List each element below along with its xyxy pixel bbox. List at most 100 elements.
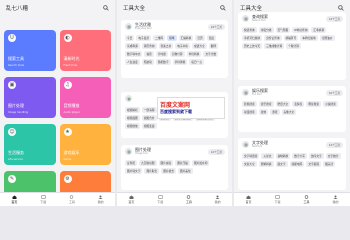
tool-tag[interactable]: 汇率换算 bbox=[311, 27, 327, 33]
nav-item[interactable]: 我的 bbox=[332, 195, 339, 204]
tool-tag[interactable]: 视频变速 bbox=[141, 123, 157, 129]
tool-tag[interactable]: 随机数字 bbox=[155, 59, 171, 65]
tool-tag[interactable]: 倒序文字 bbox=[309, 153, 324, 159]
tool-tag[interactable]: 简繁转换 bbox=[258, 161, 274, 167]
search-icon[interactable] bbox=[102, 5, 109, 12]
tool-tag[interactable]: 图片格式 bbox=[161, 168, 176, 174]
tool-tag[interactable]: 进制转换 bbox=[275, 153, 291, 159]
tool-tag[interactable]: 今日 bbox=[125, 35, 135, 41]
tool-tag[interactable]: 明星搜索 bbox=[306, 101, 322, 107]
tool-tag[interactable]: 电子发票 bbox=[136, 35, 152, 41]
tool-tag[interactable]: 音乐搜索 bbox=[258, 101, 274, 107]
tool-tag[interactable]: 证件照 bbox=[125, 160, 138, 166]
nav-item[interactable]: 首页 bbox=[128, 195, 134, 204]
tool-tag[interactable]: 单位转换 bbox=[186, 51, 202, 57]
tool-tag[interactable]: 视频合并 bbox=[141, 115, 157, 121]
tool-tag[interactable]: 邮编区号 bbox=[283, 35, 299, 41]
search-icon[interactable] bbox=[337, 5, 344, 12]
nav-item[interactable]: 工具 bbox=[69, 195, 75, 204]
download-icon bbox=[157, 195, 163, 199]
tool-tag[interactable]: 电子木鱼 bbox=[175, 43, 190, 49]
tool-tag[interactable]: 图片转文字 bbox=[125, 168, 143, 174]
tool-tag[interactable]: 图片加水印 bbox=[192, 160, 210, 166]
tool-tag[interactable]: 壁纸大全 bbox=[275, 101, 291, 107]
tool-tag[interactable]: 动漫搜索 bbox=[242, 109, 257, 115]
tool-tag[interactable]: 小说搜索 bbox=[323, 101, 338, 107]
tool-tag[interactable]: 翻译 bbox=[208, 43, 219, 49]
tool-tag[interactable]: 人生进度 bbox=[125, 59, 140, 65]
tool-tag[interactable]: 汇编转换 bbox=[178, 35, 194, 41]
section-icon bbox=[242, 15, 249, 22]
nav-item[interactable]: 下载 bbox=[40, 195, 46, 204]
tool-tag[interactable]: 二维码 bbox=[153, 35, 166, 41]
category-card[interactable]: ☺ 生活服务 Life service bbox=[4, 124, 56, 165]
tool-tag[interactable]: 藏头诗 bbox=[323, 161, 336, 167]
tool-tag[interactable]: 成语大全 bbox=[192, 43, 207, 49]
search-icon[interactable] bbox=[219, 5, 226, 12]
tool-tag[interactable]: 计时器 bbox=[155, 51, 168, 57]
tool-tag[interactable]: 温度 bbox=[206, 35, 217, 41]
tool-tag[interactable]: 文字统计 bbox=[325, 153, 341, 159]
tool-tag[interactable]: 每日一言 bbox=[189, 59, 205, 65]
tool-tag[interactable]: 天气预报 bbox=[275, 27, 291, 33]
category-card[interactable]: ♫ 音频播放 Audio player bbox=[59, 77, 111, 118]
nav-item[interactable]: 工具 bbox=[303, 195, 310, 204]
nav-item[interactable]: 工具 bbox=[186, 195, 192, 204]
tool-tag[interactable]: 视频倒放 bbox=[125, 123, 140, 129]
tool-count-badge: 10个工具 bbox=[325, 90, 343, 96]
tool-tag[interactable]: 车牌归属地 bbox=[300, 35, 318, 41]
tool-tag[interactable]: 数字大写 bbox=[292, 153, 307, 159]
tool-tag[interactable]: 音效 bbox=[258, 109, 269, 115]
tool-tag[interactable]: 数字转中文 bbox=[125, 51, 143, 57]
tool-tag[interactable]: 表情包 bbox=[292, 101, 305, 107]
tool-tag[interactable]: 游戏 bbox=[270, 109, 280, 115]
tool-tag[interactable]: 文字计数 bbox=[203, 51, 219, 57]
tool-tag[interactable]: 三维成像计算 bbox=[264, 43, 285, 49]
tool-tag[interactable]: 视频截图 bbox=[125, 115, 140, 121]
tool-tag[interactable]: 图片美化 bbox=[177, 168, 193, 174]
tool-tag[interactable]: 随笔 bbox=[167, 35, 177, 41]
nav-item[interactable]: 下载 bbox=[157, 195, 163, 204]
tool-tag[interactable]: 历史上的今天 bbox=[242, 43, 263, 49]
ad-banner[interactable]: 百度文案网 百度搜索到就下载 bbox=[157, 97, 225, 119]
tool-tag[interactable]: 火星文 bbox=[261, 153, 274, 159]
tool-tag[interactable]: 抽签 bbox=[144, 51, 154, 57]
tool-tag[interactable]: 文字转语音 bbox=[242, 153, 260, 159]
nav-item[interactable]: 首页 bbox=[245, 195, 252, 204]
tool-tag[interactable]: 亲戚称谓 bbox=[125, 43, 140, 49]
category-card[interactable]: ▣ 图片处理 Image handling bbox=[4, 77, 56, 118]
nav-item[interactable]: 我的 bbox=[215, 195, 221, 204]
tool-tag[interactable]: 黄历查询 bbox=[141, 43, 157, 49]
tool-tag[interactable]: 垃圾分类 bbox=[258, 27, 274, 33]
category-card[interactable]: U 搜索工具 Search tools bbox=[4, 30, 56, 71]
tool-tag[interactable]: 快递查询 bbox=[242, 27, 257, 33]
tool-tag[interactable]: 图片拼接 bbox=[158, 160, 174, 166]
nav-item[interactable]: 我的 bbox=[98, 195, 104, 204]
tool-tag[interactable]: 影视搜索 bbox=[242, 101, 257, 107]
tool-tag[interactable]: 毛玻璃 bbox=[141, 59, 154, 65]
tool-tag[interactable]: 颜文字 bbox=[275, 161, 288, 167]
tool-tag[interactable]: 一键清理 bbox=[141, 107, 157, 113]
tool-tag[interactable]: 个税计算 bbox=[286, 43, 301, 49]
nav-item[interactable]: 首页 bbox=[11, 195, 17, 204]
tool-tag[interactable]: 头像大全 bbox=[281, 109, 297, 115]
tool-tag[interactable]: 手持弹幕 bbox=[172, 59, 188, 65]
tool-tag[interactable]: 答案之书 bbox=[158, 43, 174, 49]
category-card[interactable]: ★ 游戏娱乐 Game bbox=[59, 124, 111, 165]
tool-tag[interactable]: 图片压缩 bbox=[175, 160, 190, 166]
tool-tag[interactable]: 手机号归属地 bbox=[242, 35, 263, 41]
tool-tag[interactable]: IP地址查询 bbox=[292, 27, 310, 33]
tool-tag[interactable]: 全国油价 bbox=[319, 35, 335, 41]
nav-item[interactable]: 下载 bbox=[274, 195, 281, 204]
tool-tag[interactable]: 摩斯电码 bbox=[289, 161, 305, 167]
tool-tag[interactable]: 文字提取 bbox=[306, 161, 322, 167]
tool-tag[interactable]: 实物计算 bbox=[169, 51, 185, 57]
nav-label: 下载 bbox=[157, 200, 164, 204]
tool-tag[interactable]: 图片取色 bbox=[144, 168, 160, 174]
tool-tag[interactable]: 九宫格切图 bbox=[139, 160, 157, 166]
tool-tag[interactable]: 身份证查询 bbox=[264, 35, 282, 41]
category-card[interactable]: ◐ 清新时光 Fresh time bbox=[59, 30, 111, 71]
tool-tag[interactable]: 视频解析 bbox=[125, 107, 140, 113]
tool-tag[interactable]: 文案大全 bbox=[242, 161, 257, 167]
tool-tag[interactable]: 日历 bbox=[195, 35, 205, 41]
